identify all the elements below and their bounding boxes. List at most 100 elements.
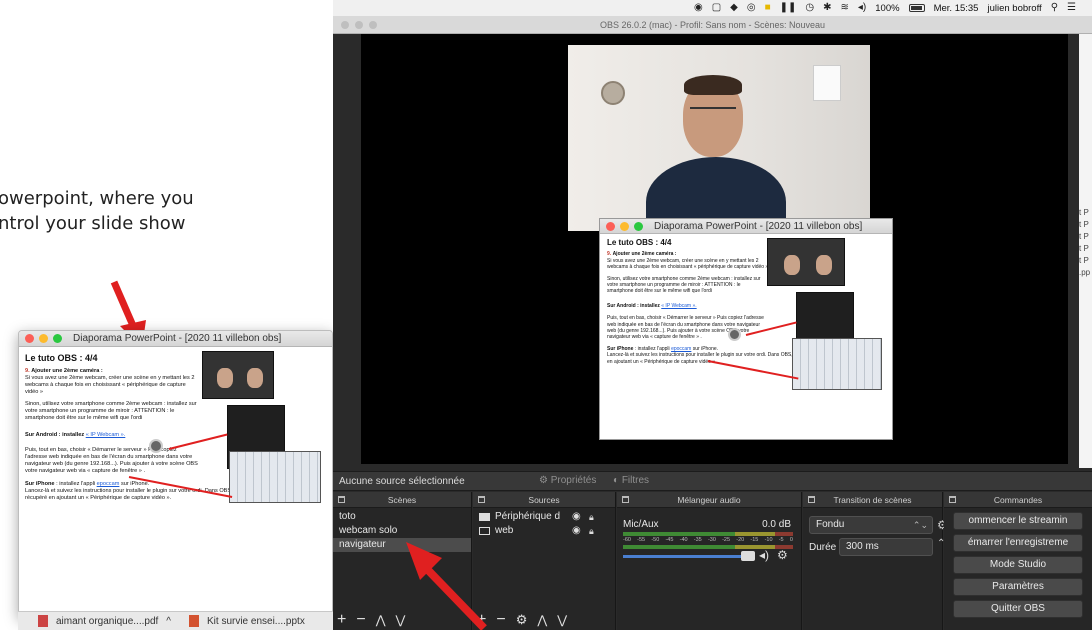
source-toolbar: Aucune source sélectionnée ⚙ Propriétés … xyxy=(333,471,1092,491)
duration-label: Durée xyxy=(809,542,837,553)
mixer-db-value: 0.0 dB xyxy=(762,519,791,530)
scenes-header: Scènes xyxy=(387,495,417,505)
lock-icon[interactable]: 🔒︎ xyxy=(589,510,594,524)
mixer-settings-icon[interactable]: ⚙ xyxy=(777,548,788,562)
source-item[interactable]: Périphérique d ◉ 🔒︎ xyxy=(473,510,615,524)
spotlight-search-icon[interactable]: ⚲ xyxy=(1051,2,1058,14)
caption-line-1: owerpoint, where you xyxy=(0,188,194,209)
captured-slide-content: Le tuto OBS : 4/4 9. Ajouter une 2ème ca… xyxy=(600,234,892,439)
duration-input[interactable]: 300 ms xyxy=(839,538,933,556)
slide-para-1: 9. Ajouter une 2ème caméra : Si vous ave… xyxy=(25,368,195,395)
window-icon xyxy=(479,527,490,535)
background-window-edge: t Pt Pt P t Pt P .pp xyxy=(1079,34,1092,468)
webcam-feed[interactable] xyxy=(568,45,870,231)
audio-mixer-dock: Mélangeur audio Mic/Aux 0.0 dB -60 -55 -50… xyxy=(617,492,802,630)
menu-list-icon[interactable]: ☰ xyxy=(1067,2,1076,14)
close-button[interactable] xyxy=(25,334,34,343)
scene-item[interactable]: toto xyxy=(333,510,471,524)
move-scene-up-icon[interactable]: ⋀ xyxy=(376,613,386,627)
transition-select[interactable]: Fondu ⌃⌄ xyxy=(809,516,933,534)
menubar-clock[interactable]: Mer. 15:35 xyxy=(934,3,979,14)
browser-source-slide[interactable]: Diaporama PowerPoint - [2020 11 villebon… xyxy=(599,218,893,440)
select-arrows-icon: ⌃⌄ xyxy=(912,520,928,530)
window-title: Diaporama PowerPoint - [2020 11 villebon… xyxy=(73,333,282,344)
slide-para-2: Sinon, utilisez votre smartphone comme 2… xyxy=(25,401,197,421)
obs-tray-icon[interactable]: ◉ xyxy=(694,2,703,14)
window-titlebar[interactable]: Diaporama PowerPoint - [2020 11 villebon… xyxy=(19,331,332,347)
pdf-file-icon xyxy=(38,615,48,627)
download-item-1[interactable]: aimant organique....pdf xyxy=(56,616,158,627)
bluetooth-icon[interactable]: ✱ xyxy=(823,2,831,14)
sources-dock: Sources Périphérique d ◉ 🔒︎ web ◉ 🔒︎ + − xyxy=(473,492,616,630)
meter-scale: -60 -55 -50 -45 -40 -35 -30 -25 -20 -15 -10 -5 0 xyxy=(623,537,793,543)
add-scene-icon[interactable]: + xyxy=(337,611,346,629)
download-item-2[interactable]: Kit survie ensei....pptx xyxy=(207,616,305,627)
remove-scene-icon[interactable]: − xyxy=(356,611,365,629)
scene-item[interactable]: webcam solo xyxy=(333,524,471,538)
zoom-button[interactable] xyxy=(53,334,62,343)
controls-dock: Commandes ommencer le streamin émarrer l… xyxy=(944,492,1092,630)
visibility-eye-icon[interactable]: ◉ xyxy=(572,524,581,538)
dock-undock-icon[interactable] xyxy=(478,496,485,503)
exit-button[interactable]: Quitter OBS xyxy=(953,600,1083,618)
keyboard-photo xyxy=(229,451,321,503)
wifi-icon[interactable]: ≋ xyxy=(841,2,849,14)
screen-icon[interactable]: ▢ xyxy=(712,2,721,14)
source-settings-icon[interactable]: ⚙ xyxy=(516,612,528,628)
filters-button[interactable]: ◐ Filtres xyxy=(613,475,649,486)
pause-icon[interactable]: ❚❚ xyxy=(780,2,797,14)
dock-undock-icon[interactable] xyxy=(949,496,956,503)
slide-android: Sur Android : installez « IP Webcam ». xyxy=(25,432,126,438)
visibility-eye-icon[interactable]: ◉ xyxy=(572,510,581,524)
screen: owerpoint, where you ntrol your slide sh… xyxy=(0,0,1092,630)
folder-icon[interactable]: ■ xyxy=(765,2,771,14)
mac-menubar: ◉ ▢ ◆ ◎ ■ ❚❚ ◷ ✱ ≋ ◂) 100% Mer. 15:35 ju… xyxy=(333,0,1092,16)
dock-undock-icon[interactable] xyxy=(338,496,345,503)
scene-transitions-dock: Transition de scènes Fondu ⌃⌄ ⚙ Durée 30… xyxy=(803,492,954,630)
sources-header: Sources xyxy=(528,495,560,505)
preview-canvas[interactable]: Diaporama PowerPoint - [2020 11 villebon… xyxy=(361,34,1068,464)
remove-source-icon[interactable]: − xyxy=(496,611,505,629)
dock-undock-icon[interactable] xyxy=(808,496,815,503)
dock-undock-icon[interactable] xyxy=(622,496,629,503)
wall-poster xyxy=(813,65,841,101)
menubar-user[interactable]: julien bobroff xyxy=(987,3,1041,14)
minimize-button[interactable] xyxy=(39,334,48,343)
start-recording-button[interactable]: émarrer l'enregistreme xyxy=(953,534,1083,552)
obs-window-title: OBS 26.0.2 (mac) - Profil: Sans nom - Sc… xyxy=(599,20,826,30)
obs-titlebar[interactable]: OBS 26.0.2 (mac) - Profil: Sans nom - Sc… xyxy=(333,16,1092,34)
time-machine-icon[interactable]: ◷ xyxy=(805,2,814,14)
volume-slider-handle[interactable] xyxy=(741,551,755,561)
move-source-down-icon[interactable]: ⋁ xyxy=(557,613,567,627)
start-streaming-button[interactable]: ommencer le streamin xyxy=(953,512,1083,530)
powerpoint-slideshow-window[interactable]: Diaporama PowerPoint - [2020 11 villebon… xyxy=(18,330,333,617)
ip-webcam-link[interactable]: « IP Webcam ». xyxy=(86,432,126,438)
pointer-arrow-bottom xyxy=(406,542,487,630)
transitions-header: Transition de scènes xyxy=(833,495,912,505)
studio-mode-button[interactable]: Mode Studio xyxy=(953,556,1083,574)
properties-button[interactable]: ⚙ Propriétés xyxy=(539,475,596,486)
wall-clock xyxy=(601,81,625,105)
caption-line-2: ntrol your slide show xyxy=(0,213,186,234)
audio-meter-top xyxy=(623,532,793,536)
epoccam-link[interactable]: epoccam xyxy=(97,481,120,487)
move-source-up-icon[interactable]: ⋀ xyxy=(537,613,547,627)
pptx-file-icon xyxy=(189,615,199,627)
lock-icon[interactable]: 🔒︎ xyxy=(589,524,594,538)
app-icon xyxy=(149,439,163,453)
camera-icon xyxy=(479,513,490,521)
source-item[interactable]: web ◉ 🔒︎ xyxy=(473,524,615,538)
speaker-icon[interactable]: ◂) xyxy=(759,548,769,562)
settings-button[interactable]: Paramètres xyxy=(953,578,1083,596)
battery-icon[interactable] xyxy=(908,4,925,12)
volume-icon[interactable]: ◂) xyxy=(858,2,866,14)
slide-para-3: Puis, tout en bas, choisir « Démarrer le… xyxy=(25,447,198,474)
mixer-header: Mélangeur audio xyxy=(677,495,741,505)
dropbox-icon[interactable]: ◆ xyxy=(730,2,738,14)
chevron-up-icon[interactable]: ^ xyxy=(166,616,171,627)
volume-slider[interactable] xyxy=(623,555,750,558)
sync-icon[interactable]: ◎ xyxy=(747,2,756,14)
slide-content: Le tuto OBS : 4/4 9. Ajouter une 2ème ca… xyxy=(19,347,332,601)
traffic-lights[interactable] xyxy=(341,21,377,29)
commands-header: Commandes xyxy=(993,495,1043,505)
